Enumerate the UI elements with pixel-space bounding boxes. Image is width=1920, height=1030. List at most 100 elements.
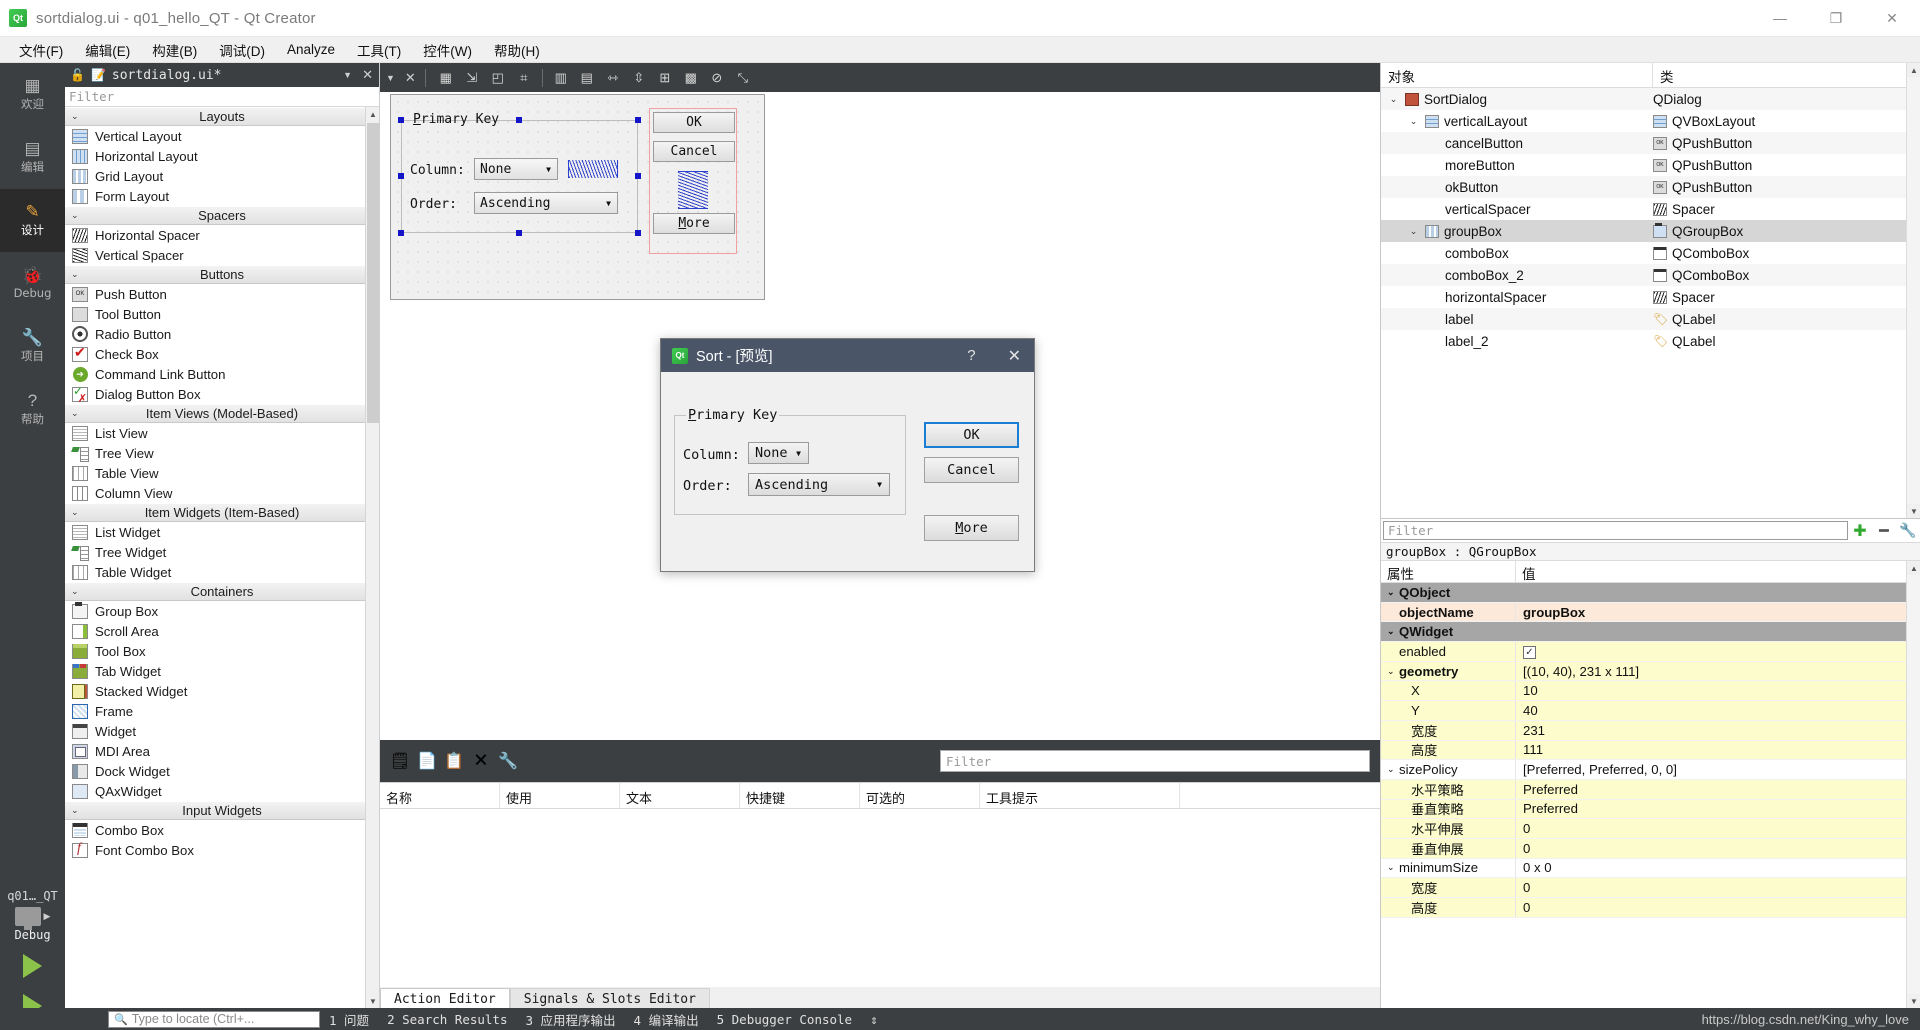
- widget-item[interactable]: Stacked Widget: [65, 681, 379, 701]
- form-ok-button[interactable]: OK: [653, 112, 735, 133]
- locator-input[interactable]: 🔍 Type to locate (Ctrl+...: [108, 1010, 320, 1028]
- form-label-column[interactable]: Column:: [410, 163, 465, 178]
- widget-item[interactable]: Horizontal Layout: [65, 146, 379, 166]
- plus-icon[interactable]: ✚: [1848, 521, 1872, 541]
- delete-action-icon[interactable]: 🗙: [471, 750, 491, 772]
- menu-item-7[interactable]: 帮助(H): [483, 37, 551, 63]
- property-row[interactable]: ⌄ QObject: [1381, 583, 1920, 603]
- property-value-cell[interactable]: groupBox: [1516, 605, 1920, 620]
- resize-handle[interactable]: [635, 173, 641, 179]
- status-output-tab-5[interactable]: ⇕: [861, 1012, 887, 1027]
- mode-item-5[interactable]: ? 帮助: [0, 378, 65, 441]
- chevron-down-icon[interactable]: ⌄: [1387, 587, 1399, 598]
- run-button[interactable]: [0, 946, 65, 986]
- copy-action-icon[interactable]: 📄: [417, 750, 437, 772]
- scrollbar-thumb[interactable]: [367, 123, 379, 423]
- widget-item[interactable]: Widget: [65, 721, 379, 741]
- widget-item[interactable]: List Widget: [65, 522, 379, 542]
- property-value-cell[interactable]: Preferred: [1516, 801, 1920, 816]
- object-inspector-row[interactable]: ⌄ SortDialog QDialog: [1381, 88, 1920, 110]
- widget-item[interactable]: Dock Widget: [65, 761, 379, 781]
- scroll-down-icon[interactable]: ▼: [1907, 994, 1920, 1008]
- property-filter-input[interactable]: Filter: [1383, 521, 1848, 540]
- property-value-cell[interactable]: 0: [1516, 821, 1920, 836]
- break-layout-icon[interactable]: ⊘: [706, 67, 728, 89]
- object-inspector-row[interactable]: comboBox QComboBox: [1381, 242, 1920, 264]
- property-row[interactable]: 宽度 0: [1381, 878, 1920, 898]
- object-inspector-row[interactable]: ⌄ groupBox QGroupBox: [1381, 220, 1920, 242]
- widget-group-header[interactable]: ⌄ Item Views (Model-Based): [65, 404, 379, 423]
- property-row[interactable]: 高度 111: [1381, 740, 1920, 761]
- status-output-tab-2[interactable]: 3 应用程序输出: [516, 1010, 624, 1029]
- widget-item[interactable]: QAxWidget: [65, 781, 379, 801]
- widget-item[interactable]: Column View: [65, 483, 379, 503]
- mode-item-2[interactable]: ✎ 设计: [0, 189, 65, 252]
- form-groupbox[interactable]: Primary Key Column: None ▼ Order: Ascend…: [401, 112, 638, 233]
- mode-item-1[interactable]: ▤ 编辑: [0, 126, 65, 189]
- resize-handle[interactable]: [398, 230, 404, 236]
- enabled-checkbox[interactable]: ✓: [1523, 646, 1536, 660]
- resize-handle[interactable]: [635, 230, 641, 236]
- widget-item[interactable]: Font Combo Box: [65, 840, 379, 860]
- chevron-down-icon[interactable]: ⌄: [1387, 666, 1399, 677]
- object-inspector-row[interactable]: verticalSpacer Spacer: [1381, 198, 1920, 220]
- open-file-tab[interactable]: sortdialog.ui*: [112, 68, 222, 83]
- scroll-up-icon[interactable]: ▲: [366, 107, 379, 121]
- widget-item[interactable]: Grid Layout: [65, 166, 379, 186]
- status-output-tab-3[interactable]: 4 编译输出: [625, 1010, 708, 1029]
- widget-item[interactable]: Command Link Button: [65, 364, 379, 384]
- edit-buddies-icon[interactable]: ◰: [487, 67, 509, 89]
- property-row[interactable]: ⌄ geometry [(10, 40), 231 x 111]: [1381, 661, 1920, 682]
- resize-handle[interactable]: [398, 117, 404, 123]
- widget-group-header[interactable]: ⌄ Item Widgets (Item-Based): [65, 503, 379, 522]
- action-filter-input[interactable]: Filter: [940, 750, 1370, 772]
- property-value-cell[interactable]: [(10, 40), 231 x 111]: [1516, 664, 1920, 679]
- action-column-header[interactable]: 使用: [500, 783, 620, 808]
- object-inspector-row[interactable]: okButton OK QPushButton: [1381, 176, 1920, 198]
- status-output-tab-1[interactable]: 2 Search Results: [378, 1012, 516, 1027]
- widget-group-header[interactable]: ⌄ Buttons: [65, 265, 379, 284]
- chevron-down-icon[interactable]: ⌄: [1387, 626, 1399, 637]
- widget-item[interactable]: Group Box: [65, 601, 379, 621]
- action-column-header[interactable]: 快捷键: [740, 783, 860, 808]
- maximize-button[interactable]: ❐: [1808, 0, 1864, 37]
- property-row[interactable]: 垂直策略 Preferred: [1381, 799, 1920, 820]
- widget-item[interactable]: Horizontal Spacer: [65, 225, 379, 245]
- widget-item[interactable]: Combo Box: [65, 820, 379, 840]
- chevron-down-icon[interactable]: ⌄: [1407, 226, 1420, 237]
- object-inspector-row[interactable]: horizontalSpacer Spacer: [1381, 286, 1920, 308]
- mode-item-4[interactable]: 🔧 项目: [0, 315, 65, 378]
- layout-form-icon[interactable]: ⊞: [654, 67, 676, 89]
- resize-handle[interactable]: [635, 117, 641, 123]
- widget-item[interactable]: Vertical Layout: [65, 126, 379, 146]
- widget-item[interactable]: Scroll Area: [65, 621, 379, 641]
- layout-grid-icon[interactable]: ▩: [680, 67, 702, 89]
- edit-widgets-icon[interactable]: ▦: [435, 67, 457, 89]
- minus-icon[interactable]: ━: [1872, 521, 1896, 541]
- preview-cancel-button[interactable]: Cancel: [924, 457, 1019, 483]
- widget-group-header[interactable]: ⌄ Containers: [65, 582, 379, 601]
- widget-item[interactable]: Vertical Spacer: [65, 245, 379, 265]
- widget-item[interactable]: Table View: [65, 463, 379, 483]
- widget-item[interactable]: Form Layout: [65, 186, 379, 206]
- preview-ok-button[interactable]: OK: [924, 422, 1019, 448]
- widget-item[interactable]: Tree Widget: [65, 542, 379, 562]
- object-inspector-scrollbar[interactable]: ▲ ▼: [1906, 63, 1920, 518]
- widget-item[interactable]: OK Push Button: [65, 284, 379, 304]
- resize-handle[interactable]: [398, 173, 404, 179]
- status-output-tab-4[interactable]: 5 Debugger Console: [708, 1012, 861, 1027]
- wrench-icon[interactable]: 🔧: [1896, 522, 1920, 539]
- property-value-cell[interactable]: 231: [1516, 723, 1920, 738]
- form-combo-order[interactable]: Ascending ▼: [474, 192, 618, 214]
- widget-item[interactable]: Tool Button: [65, 304, 379, 324]
- scroll-down-icon[interactable]: ▼: [366, 994, 379, 1008]
- close-file-icon[interactable]: ✕: [362, 67, 379, 83]
- property-row[interactable]: X 10: [1381, 681, 1920, 702]
- widget-item[interactable]: Tool Box: [65, 641, 379, 661]
- widget-group-header[interactable]: ⌄ Spacers: [65, 206, 379, 225]
- form-label-order[interactable]: Order:: [410, 197, 457, 212]
- menu-item-1[interactable]: 编辑(E): [74, 37, 141, 63]
- menu-item-5[interactable]: 工具(T): [346, 37, 412, 63]
- scroll-down-icon[interactable]: ▼: [1907, 504, 1920, 518]
- preview-combo-order[interactable]: Ascending ▼: [748, 473, 890, 496]
